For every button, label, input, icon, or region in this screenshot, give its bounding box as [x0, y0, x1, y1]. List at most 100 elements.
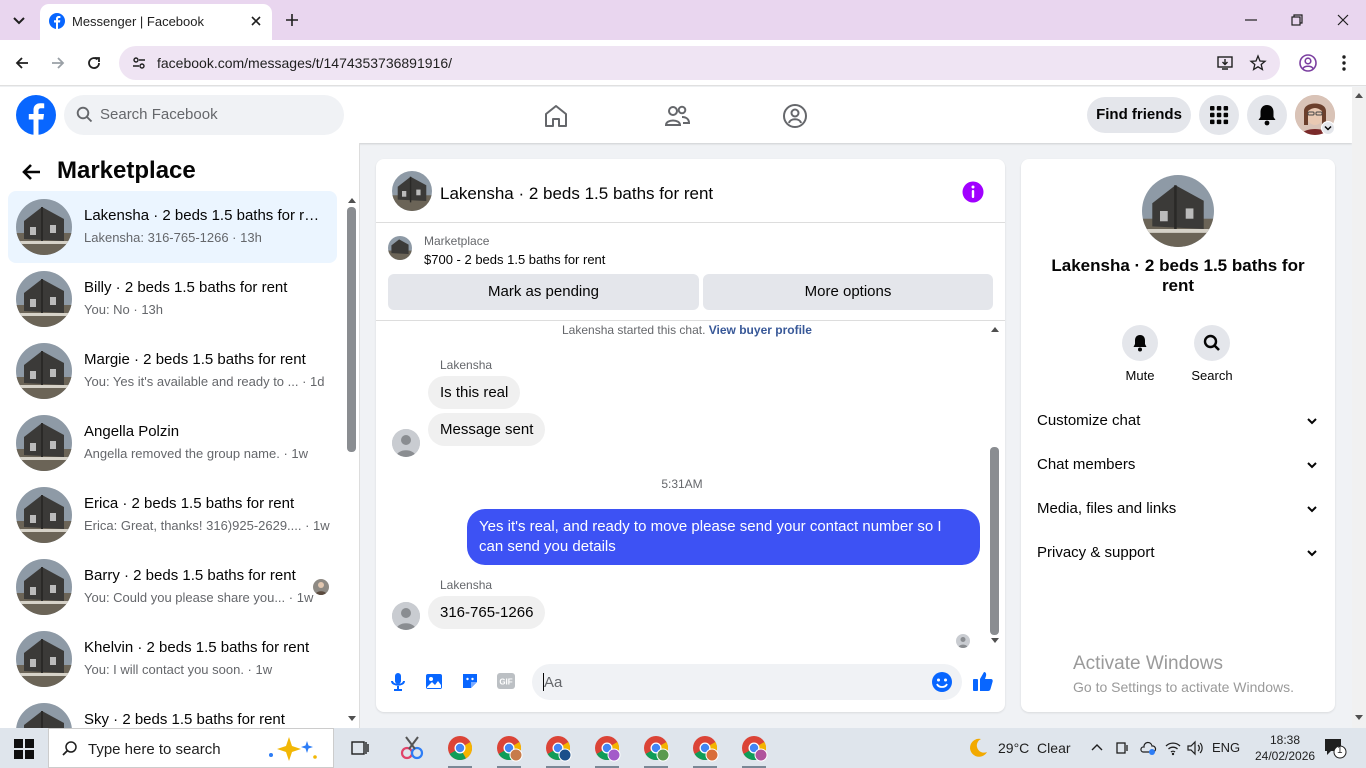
chrome-profile-app-icon[interactable]	[740, 734, 768, 768]
sender-avatar[interactable]	[392, 602, 420, 630]
sender-avatar[interactable]	[392, 429, 420, 457]
scroll-down-arrow-icon[interactable]	[347, 715, 357, 723]
wifi-icon[interactable]	[1164, 740, 1182, 756]
sidebar-scrollbar[interactable]	[347, 207, 356, 452]
page-scroll-up-icon[interactable]	[1354, 91, 1364, 99]
chat-title[interactable]: Lakensha · 2 beds 1.5 baths for rent	[440, 184, 713, 204]
scroll-up-arrow-icon[interactable]	[347, 196, 357, 204]
photo-icon[interactable]	[424, 671, 444, 691]
privacy-support-item[interactable]: Privacy & support	[1037, 538, 1319, 568]
browser-tab-strip: Messenger | Facebook	[0, 0, 1366, 40]
more-options-button[interactable]: More options	[703, 274, 993, 310]
close-tab-icon[interactable]	[248, 13, 264, 29]
listing-thumbnail[interactable]	[388, 236, 412, 260]
conversation-preview: You: Could you please share you... · 1w	[84, 590, 314, 605]
browser-menu-icon[interactable]	[1336, 53, 1352, 73]
task-view-icon[interactable]	[350, 738, 370, 758]
conversation-item[interactable]: Khelvin · 2 beds 1.5 baths for rent You:…	[8, 623, 337, 695]
reload-icon[interactable]	[85, 54, 103, 72]
mute-button[interactable]: Mute	[1110, 325, 1170, 383]
emoji-icon[interactable]	[931, 671, 953, 693]
mark-as-pending-button[interactable]: Mark as pending	[388, 274, 699, 310]
page-scrollbar[interactable]	[1352, 87, 1366, 728]
chat-header: Lakensha · 2 beds 1.5 baths for rent	[376, 159, 1005, 223]
chrome-profile-app-icon[interactable]	[593, 734, 621, 768]
windows-start-icon[interactable]	[14, 739, 34, 759]
incoming-message[interactable]: Message sent	[428, 413, 546, 446]
taskbar-search-input[interactable]: Type here to search	[48, 728, 334, 768]
close-window-icon[interactable]	[1335, 12, 1351, 28]
friends-icon[interactable]	[663, 103, 691, 129]
address-bar[interactable]: facebook.com/messages/t/1474353736891916…	[119, 46, 1280, 80]
input-language[interactable]: ENG	[1212, 740, 1240, 755]
info-icon[interactable]	[962, 181, 984, 203]
media-files-links-item[interactable]: Media, files and links	[1037, 494, 1319, 524]
back-icon[interactable]	[13, 54, 31, 72]
chrome-profile-app-icon[interactable]	[691, 734, 719, 768]
restore-icon[interactable]	[1289, 12, 1305, 28]
listing-title[interactable]: $700 - 2 beds 1.5 baths for rent	[424, 252, 605, 267]
back-arrow-icon[interactable]	[20, 160, 44, 184]
facebook-logo-icon[interactable]	[16, 95, 56, 135]
site-settings-icon[interactable]	[131, 55, 147, 71]
conversation-item[interactable]: Angella Polzin Angella removed the group…	[8, 407, 337, 479]
conversation-preview: Angella removed the group name. · 1w	[84, 446, 309, 461]
new-tab-icon[interactable]	[284, 12, 300, 28]
chat-members-item[interactable]: Chat members	[1037, 450, 1319, 480]
incoming-message[interactable]: 316-765-1266	[428, 596, 546, 629]
home-icon[interactable]	[543, 103, 569, 129]
view-buyer-profile-link[interactable]: View buyer profile	[709, 323, 812, 337]
system-clock[interactable]: 18:38 24/02/2026	[1255, 732, 1315, 764]
chat-scroll-up-icon[interactable]	[990, 325, 1000, 333]
account-chevron-icon[interactable]	[1321, 121, 1335, 135]
notification-center-icon[interactable]: 1	[1323, 737, 1347, 759]
chrome-profile-app-icon[interactable]	[544, 734, 572, 768]
watermark-subtitle: Go to Settings to activate Windows.	[1073, 679, 1294, 695]
tray-device-icon[interactable]	[1115, 740, 1131, 756]
tray-onedrive-icon[interactable]	[1139, 740, 1157, 756]
profile-icon[interactable]	[1298, 53, 1318, 73]
microphone-icon[interactable]	[388, 671, 408, 693]
minimize-icon[interactable]	[1243, 12, 1259, 28]
facebook-search-input[interactable]: Search Facebook	[64, 95, 344, 135]
incoming-message[interactable]: Is this real	[428, 376, 521, 409]
find-friends-button[interactable]: Find friends	[1087, 97, 1191, 133]
chat-panel: Lakensha · 2 beds 1.5 baths for rent Mar…	[376, 159, 1005, 712]
tab-title: Messenger | Facebook	[72, 14, 204, 29]
taskbar-search-placeholder: Type here to search	[88, 741, 221, 758]
snipping-tool-icon[interactable]	[398, 734, 426, 762]
tab-search-icon[interactable]	[10, 11, 28, 29]
conversation-item[interactable]: Lakensha · 2 beds 1.5 baths for rent Lak…	[8, 191, 337, 263]
conversation-item[interactable]: Billy · 2 beds 1.5 baths for rent You: N…	[8, 263, 337, 335]
weather-moon-icon[interactable]	[966, 736, 990, 760]
menu-grid-button[interactable]	[1199, 95, 1239, 135]
conversation-item[interactable]: Barry · 2 beds 1.5 baths for rent You: C…	[8, 551, 337, 623]
weather-text[interactable]: 29°C Clear	[998, 740, 1071, 756]
bookmark-star-icon[interactable]	[1249, 54, 1267, 72]
chat-scroll-down-icon[interactable]	[990, 637, 1000, 645]
sticker-icon[interactable]	[460, 671, 480, 691]
conversation-item[interactable]: Margie · 2 beds 1.5 baths for rent You: …	[8, 335, 337, 407]
chrome-profile-app-icon[interactable]	[642, 734, 670, 768]
clock-time: 18:38	[1269, 733, 1301, 747]
install-app-icon[interactable]	[1216, 54, 1234, 72]
volume-icon[interactable]	[1186, 740, 1204, 756]
gif-icon[interactable]: GIF	[496, 672, 516, 690]
chat-avatar[interactable]	[392, 171, 432, 211]
chrome-profile-app-icon[interactable]	[495, 734, 523, 768]
outgoing-message[interactable]: Yes it's real, and ready to move please …	[467, 509, 980, 565]
chrome-app-icon[interactable]	[446, 734, 474, 768]
forward-icon[interactable]	[49, 54, 67, 72]
conversation-item[interactable]: Erica · 2 beds 1.5 baths for rent Erica:…	[8, 479, 337, 551]
tray-chevron-up-icon[interactable]	[1090, 741, 1104, 755]
search-chat-button[interactable]: Search	[1182, 325, 1242, 383]
groups-icon[interactable]	[782, 103, 808, 129]
notifications-button[interactable]	[1247, 95, 1287, 135]
page-scroll-down-icon[interactable]	[1354, 714, 1364, 722]
browser-tab[interactable]: Messenger | Facebook	[40, 4, 272, 40]
thumbs-up-icon[interactable]	[972, 670, 994, 692]
message-input[interactable]: Aa	[532, 664, 962, 700]
contact-avatar[interactable]	[1142, 175, 1214, 247]
chat-scrollbar[interactable]	[990, 447, 999, 635]
customize-chat-item[interactable]: Customize chat	[1037, 406, 1319, 436]
